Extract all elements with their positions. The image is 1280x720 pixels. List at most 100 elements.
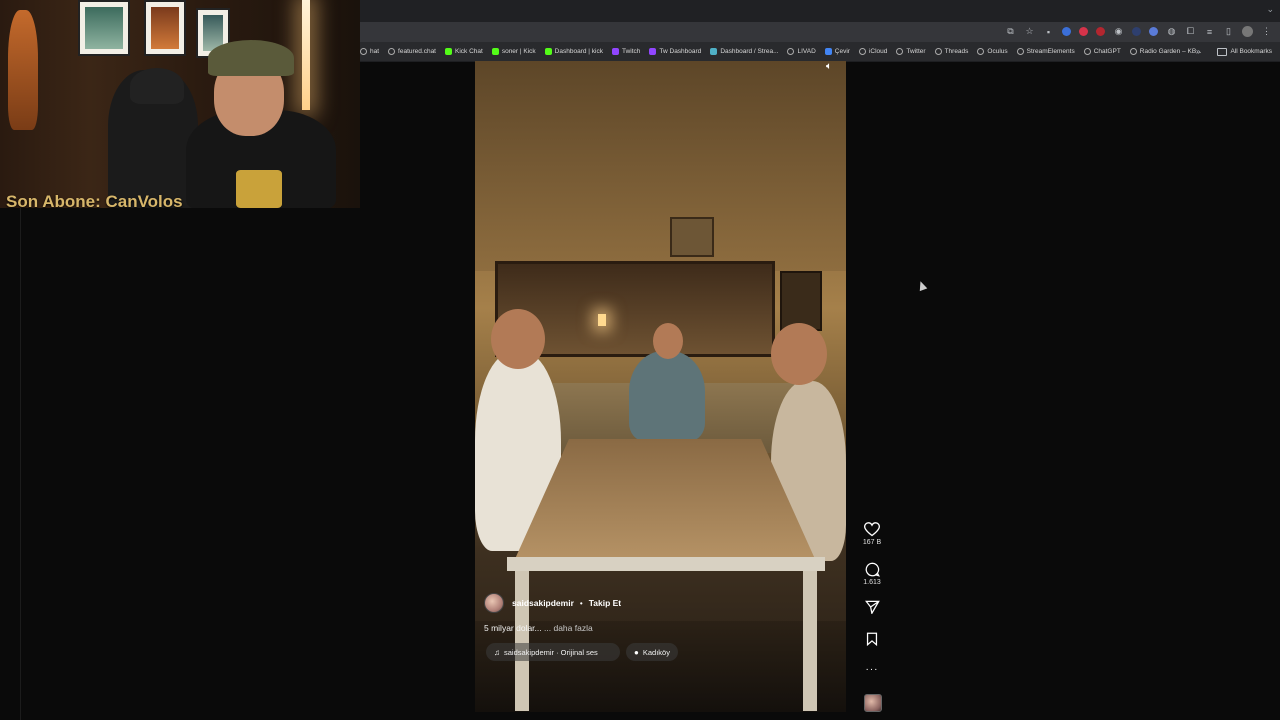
bookmark-label: Twitch [621,48,641,55]
bookmark-item[interactable]: Threads [934,48,969,55]
like-count: 167 B [862,539,882,546]
mouse-cursor [916,279,928,292]
location-label: Kadıköy [642,647,670,657]
favicon-icon [491,48,499,55]
left-panel-divider [0,208,21,720]
globe-icon [388,48,396,55]
translate-extension-icon[interactable] [1149,27,1158,36]
bookmark-label: Tw Dashboard [659,48,702,55]
bookmark-label: featured.chat [398,48,436,55]
more-options-button[interactable]: ··· [856,664,888,675]
caption: 5 milyar dolar... ... daha fazla [484,623,593,633]
bookmark-item[interactable]: Tw Dashboard [649,48,701,55]
share-button[interactable] [856,600,888,614]
bookmark-item[interactable]: StreamElements [1016,48,1075,55]
music-note-icon: ♫ [494,647,500,657]
bookmark-item[interactable]: Twitter [896,48,926,55]
shirt-print [236,170,282,208]
extension-icon[interactable]: ▪ [1043,26,1054,37]
reel-video[interactable] [475,61,846,712]
profile-avatar[interactable] [1242,26,1253,37]
speaker-icon[interactable]: 🔈︎ [826,61,838,72]
puzzle-icon[interactable]: ⧠ [1185,26,1196,37]
extension-misc-icon[interactable]: ◍ [1166,26,1177,37]
globe-icon [360,48,367,55]
location-chip[interactable]: ● Kadıköy [626,643,678,661]
audio-chip[interactable]: ♫ saidsakipdemir · Orijinal ses [486,643,620,661]
more-link[interactable]: ... daha fazla [544,623,593,633]
audio-thumbnail[interactable] [864,694,882,712]
install-icon[interactable]: ⧉ [1005,26,1016,37]
bookmark-item[interactable]: iCloud [858,48,888,55]
favicon-icon [824,48,832,55]
bookmark-item[interactable]: Radio Garden – KB... [1129,48,1202,55]
chevron-down-icon[interactable]: ⌄ [1266,4,1274,15]
bookmarks-list: hat featured.chat Kick Chat soner | Kick Das… [360,42,1202,61]
username-link[interactable]: saidsakipdemir [512,598,574,608]
bookmark-item[interactable]: Dashboard | kick [544,48,603,55]
extension-navy-icon[interactable] [1132,27,1141,36]
bookmark-label: soner | Kick [501,48,536,55]
globe-icon [1016,48,1024,55]
bookmark-label: Kick Chat [455,48,483,55]
bookmark-item[interactable]: Çevir [824,48,850,55]
globe-icon [934,48,942,55]
bookmark-label: Dashboard | kick [554,48,603,55]
all-bookmarks-label: All Bookmarks [1230,48,1272,55]
folder-icon [1217,47,1228,56]
video-table-leg [803,571,817,711]
favicon-icon [445,48,452,55]
bookmark-item[interactable]: Dashboard / Strea... [710,48,778,55]
bookmark-item[interactable]: ChatGPT [1083,48,1121,55]
sidebar-icon[interactable]: ▯ [1223,26,1234,37]
caption-text: 5 milyar dolar... [484,623,542,633]
guitar [8,10,38,130]
bookmark-label: Threads [944,48,969,55]
all-bookmarks-button[interactable]: All Bookmarks [1217,42,1272,61]
comment-count: 1.613 [863,579,881,586]
kebab-menu-icon[interactable]: ⋮ [1261,26,1272,37]
globe-icon [1083,48,1091,55]
webcam-feed: Son Abone: CanVolos [0,0,360,208]
share-icon [856,600,888,614]
wall-frame [144,0,186,56]
star-icon[interactable]: ☆ [1024,26,1035,37]
globe-icon [896,48,904,55]
screen: ⌄ ⧉ ☆ ▪ ◉ ◍ ⧠ ≡ ▯ ⋮ hat featured.chat Kick… [0,0,1280,720]
comment-icon [856,562,888,577]
extension-red-icon[interactable] [1079,27,1088,36]
like-button[interactable]: 167 B [856,522,888,546]
bookmark-label: Radio Garden – KB... [1139,48,1202,55]
pin-icon: ● [634,647,639,657]
bookmark-label: Twitter [906,48,926,55]
video-person-right-head [771,323,827,385]
save-button[interactable] [856,632,888,646]
extension-darkred-icon[interactable] [1096,27,1105,36]
globe-icon [977,48,985,55]
video-person-left-head [491,309,545,369]
bookmark-item[interactable]: featured.chat [388,48,436,55]
bookmark-icon [856,632,888,646]
favicon-icon [544,48,552,55]
globe-icon [1129,48,1137,55]
video-table-edge [507,557,825,571]
avatar[interactable] [484,593,504,613]
bookmark-item[interactable]: hat [360,48,379,55]
bookmark-item[interactable]: LIVAD [787,48,816,55]
bookmark-label: iCloud [868,48,888,55]
globe-icon [858,48,866,55]
extension-gray-icon[interactable]: ◉ [1113,26,1124,37]
bookmark-item[interactable]: soner | Kick [491,48,536,55]
bookmarks-overflow-button[interactable]: » [1196,47,1200,56]
bookmark-item[interactable]: Twitch [611,48,641,55]
bookmark-item[interactable]: Kick Chat [445,48,483,55]
follow-button[interactable]: Takip Et [589,598,621,608]
bookmark-label: hat [370,48,380,55]
wall-frame [78,0,130,56]
video-person-center [629,351,705,441]
extension-blue-icon[interactable] [1062,27,1071,36]
bookmark-item[interactable]: Oculus [977,48,1008,55]
reading-list-icon[interactable]: ≡ [1204,26,1215,37]
comment-button[interactable]: 1.613 [856,562,888,586]
heart-icon [856,522,888,537]
